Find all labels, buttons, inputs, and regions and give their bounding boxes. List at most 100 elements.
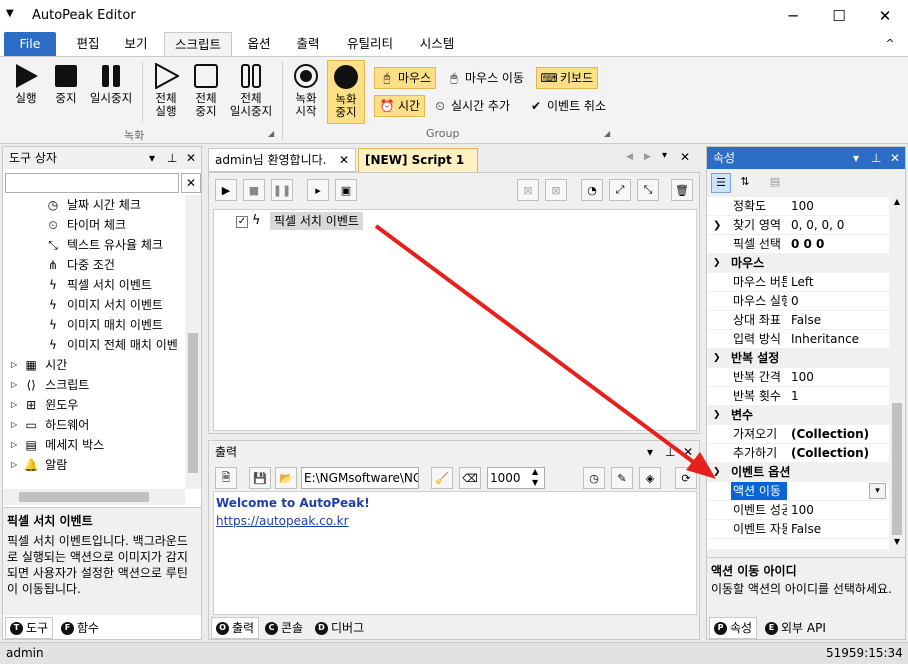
scroll-up-icon[interactable]: ▲: [889, 197, 905, 206]
stop-all-button[interactable]: 전체 중지: [188, 63, 224, 118]
run-selected-icon[interactable]: ▣: [335, 179, 357, 201]
run-button[interactable]: 실행: [8, 63, 44, 105]
dropdown-icon[interactable]: ▾: [647, 441, 653, 463]
tree-group-script[interactable]: ▷ ⟨⟩ 스크립트: [3, 375, 185, 395]
expand-icon[interactable]: ▷: [11, 455, 17, 475]
ribbon-collapse-icon[interactable]: ^: [880, 32, 900, 56]
mouse-button[interactable]: 🖰 마우스: [374, 67, 437, 89]
clock-icon[interactable]: ◷: [583, 467, 605, 489]
minimize-button[interactable]: ─: [770, 0, 816, 32]
prop-action-move[interactable]: 액션 이동 ▾: [707, 482, 889, 501]
prop-mouse-exec[interactable]: 마우스 실행 0: [707, 292, 889, 311]
expand-icon[interactable]: ▷: [11, 395, 17, 415]
pause-button[interactable]: 일시중지: [86, 63, 136, 105]
capture-icon[interactable]: ◔: [581, 179, 603, 201]
scroll-right-icon[interactable]: ▶: [644, 152, 651, 162]
prop-event-success[interactable]: 이벤트 성공 100: [707, 501, 889, 520]
scrollbar-thumb[interactable]: [19, 492, 149, 502]
category-event-options[interactable]: ❯ 이벤트 옵션: [707, 463, 889, 482]
stop-button[interactable]: 중지: [48, 63, 84, 105]
disable-icon[interactable]: ⊠: [517, 179, 539, 201]
realtime-add-button[interactable]: ⏲ 실시간 추가: [428, 95, 514, 117]
tree-item-text-similarity[interactable]: ⤡ 텍스트 유사율 체크: [3, 235, 185, 255]
tree-item-multi-condition[interactable]: ⋔ 다중 조건: [3, 255, 185, 275]
scroll-left-icon[interactable]: ◀: [626, 152, 633, 162]
sort-alpha-icon[interactable]: ⇅: [735, 173, 755, 193]
close-button[interactable]: ✕: [862, 0, 908, 32]
refresh-icon[interactable]: ⟳: [675, 467, 697, 489]
property-pages-icon[interactable]: ▤: [765, 173, 785, 193]
tree-group-alarm[interactable]: ▷ 🔔 알람: [3, 455, 185, 475]
folder-icon[interactable]: 📂: [275, 467, 297, 489]
pin-icon[interactable]: ⊥: [167, 147, 177, 169]
menu-output[interactable]: 출력: [288, 32, 328, 56]
dropdown-icon[interactable]: ▾: [853, 147, 859, 169]
clean-icon[interactable]: 🧹: [431, 467, 453, 489]
tab-script1[interactable]: [NEW] Script 1: [358, 148, 478, 172]
menu-utility[interactable]: 유틸리티: [338, 32, 402, 56]
pin-icon[interactable]: ⊥: [871, 147, 881, 169]
prop-find-area[interactable]: ❯ 찾기 영역 0, 0, 0, 0: [707, 216, 889, 235]
expand-icon[interactable]: ▷: [11, 375, 17, 395]
tab-tool[interactable]: T 도구: [5, 617, 54, 639]
new-log-icon[interactable]: 🗎: [215, 467, 237, 489]
play-icon[interactable]: ▶: [215, 179, 237, 201]
tab-console[interactable]: C 콘솔: [261, 617, 307, 639]
prop-input-method[interactable]: 입력 방식 Inheritance: [707, 330, 889, 349]
dropdown-icon[interactable]: ▾: [662, 150, 667, 161]
fill-icon[interactable]: ◈: [639, 467, 661, 489]
expand-icon[interactable]: ⤢: [609, 179, 631, 201]
trash-icon[interactable]: 🗑: [671, 179, 693, 201]
maximize-button[interactable]: ☐: [816, 0, 862, 32]
prop-mouse-button[interactable]: 마우스 버튼 Left: [707, 273, 889, 292]
menu-edit[interactable]: 편집: [66, 32, 110, 56]
prop-accuracy[interactable]: 정확도 100: [707, 197, 889, 216]
prop-get-var[interactable]: 가져오기 (Collection): [707, 425, 889, 444]
tab-external-api[interactable]: E 외부 API: [761, 617, 830, 639]
expand-icon[interactable]: ▷: [11, 435, 17, 455]
brush-icon[interactable]: ✎: [611, 467, 633, 489]
tree-item-image-match[interactable]: ϟ 이미지 매치 이벤트: [3, 315, 185, 335]
menu-options[interactable]: 옵션: [238, 32, 280, 56]
system-menu-icon[interactable]: ▼: [6, 8, 14, 19]
collapse-icon[interactable]: ⤡: [637, 179, 659, 201]
tab-output[interactable]: O 출력: [211, 617, 260, 639]
toolbox-hscrollbar[interactable]: [3, 489, 185, 505]
record-stop-button[interactable]: 녹화 중지: [327, 60, 365, 124]
stop-icon[interactable]: ■: [243, 179, 265, 201]
mouse-move-button[interactable]: 🖱 마우스 이동: [442, 67, 528, 89]
event-cancel-button[interactable]: ✔ 이벤트 취소: [524, 95, 610, 117]
spinner-icon[interactable]: ▲ ▼: [532, 466, 538, 488]
tree-group-time[interactable]: ▷ ▦ 시간: [3, 355, 185, 375]
tree-item-timer[interactable]: ⏲ 타이머 체크: [3, 215, 185, 235]
tree-item-image-full-match[interactable]: ϟ 이미지 전체 매치 이벤: [3, 335, 185, 355]
tree-group-messagebox[interactable]: ▷ ▤ 메세지 박스: [3, 435, 185, 455]
close-icon[interactable]: ✕: [890, 147, 900, 169]
dropdown-icon[interactable]: ▾: [149, 147, 155, 169]
tab-welcome[interactable]: admin님 환영합니다. ✕: [208, 148, 356, 172]
menu-script[interactable]: 스크립트: [164, 32, 232, 56]
categorized-icon[interactable]: ☰: [711, 173, 731, 193]
tree-group-hardware[interactable]: ▷ ▭ 하드웨어: [3, 415, 185, 435]
scroll-down-icon[interactable]: ▼: [889, 537, 905, 546]
menu-view[interactable]: 보기: [114, 32, 158, 56]
tab-function[interactable]: F 함수: [57, 617, 103, 639]
expand-icon[interactable]: ▷: [11, 415, 17, 435]
save-icon[interactable]: 💾: [249, 467, 271, 489]
prop-pixel-select[interactable]: 픽셀 선택 0 0 0: [707, 235, 889, 254]
prop-event-auto[interactable]: 이벤트 자동 False: [707, 520, 889, 539]
script-item-pixel-search[interactable]: 픽셀 서치 이벤트: [270, 212, 363, 230]
prop-relative-coord[interactable]: 상대 좌표 False: [707, 311, 889, 330]
menu-system[interactable]: 시스템: [412, 32, 462, 56]
prop-repeat-interval[interactable]: 반복 간격 100: [707, 368, 889, 387]
collapse-icon[interactable]: ❯: [713, 349, 721, 368]
script-item-checkbox[interactable]: ✓: [236, 216, 248, 228]
category-mouse[interactable]: ❯ 마우스: [707, 254, 889, 273]
tree-item-pixel-search[interactable]: ϟ 픽셀 서치 이벤트: [3, 275, 185, 295]
log-path-input[interactable]: E:\NGMsoftware\NG: [301, 467, 419, 489]
properties-vscrollbar[interactable]: ▲ ▼: [889, 197, 905, 549]
interval-stepper[interactable]: 1000 ▲ ▼: [487, 467, 545, 489]
close-icon[interactable]: ✕: [683, 441, 693, 463]
record-start-button[interactable]: 녹화 시작: [288, 63, 324, 118]
step-icon[interactable]: ▸: [307, 179, 329, 201]
